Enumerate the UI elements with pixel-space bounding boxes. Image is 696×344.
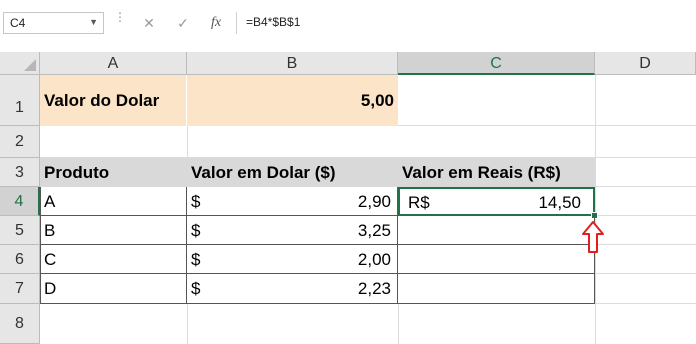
cell-a1[interactable]: Valor do Dolar <box>40 75 187 126</box>
cell-c6[interactable] <box>398 245 595 274</box>
up-arrow-icon <box>582 221 604 253</box>
row-header-4[interactable]: 4 <box>0 187 40 216</box>
cell-value: 3,25 <box>357 221 391 240</box>
cancel-icon[interactable]: ✕ <box>138 12 160 34</box>
column-header-d[interactable]: D <box>595 52 696 75</box>
row-header-1[interactable]: 1 <box>0 75 40 126</box>
column-header-a[interactable]: A <box>40 52 187 75</box>
cell-value: 2,00 <box>357 250 391 269</box>
gridline <box>187 303 188 344</box>
gridline <box>595 215 696 216</box>
cell-a3[interactable]: Produto <box>40 158 187 187</box>
gridline <box>595 273 696 274</box>
row-header-7[interactable]: 7 <box>0 274 40 304</box>
row-header-5[interactable]: 5 <box>0 216 40 245</box>
cell-a4[interactable]: A <box>40 187 187 216</box>
select-all-triangle-icon <box>24 59 36 71</box>
drag-handle-icon[interactable]: ⋮ <box>114 11 126 32</box>
currency-symbol: $ <box>191 250 201 269</box>
currency-symbol: $ <box>191 192 201 211</box>
cell-c5[interactable] <box>398 216 595 245</box>
gridline <box>595 244 696 245</box>
name-box[interactable]: C4 ▼ <box>3 12 104 34</box>
column-header-c[interactable]: C <box>398 52 595 75</box>
row-header-3[interactable]: 3 <box>0 158 40 187</box>
row-header-2[interactable]: 2 <box>0 126 40 158</box>
cell-value: 2,90 <box>357 192 391 211</box>
gridline <box>187 126 188 158</box>
row-header-8[interactable]: 8 <box>0 304 40 344</box>
name-box-value: C4 <box>10 16 26 30</box>
currency-symbol: R$ <box>408 193 430 212</box>
insert-function-icon[interactable]: fx <box>205 12 227 34</box>
currency-symbol: $ <box>191 279 201 298</box>
enter-icon[interactable]: ✓ <box>172 12 194 34</box>
gridline <box>595 75 596 344</box>
cell-value: 2,23 <box>357 279 391 298</box>
cell-a6[interactable]: C <box>40 245 187 274</box>
cell-b1[interactable]: 5,00 <box>187 75 398 126</box>
row-header-6[interactable]: 6 <box>0 245 40 274</box>
cell-b4[interactable]: $ 2,90 <box>187 187 398 216</box>
cell-c3[interactable]: Valor em Reais (R$) <box>398 158 595 187</box>
currency-symbol: $ <box>191 221 201 240</box>
column-header-b[interactable]: B <box>187 52 398 75</box>
cell-a7[interactable]: D <box>40 274 187 304</box>
cell-value: 14,50 <box>538 193 581 212</box>
cell-c4-active[interactable]: R$ 14,50 <box>398 187 595 216</box>
gridline <box>398 303 399 344</box>
formula-input[interactable]: =B4*$B$1 <box>236 12 694 34</box>
gridline <box>595 186 696 187</box>
cell-b7[interactable]: $ 2,23 <box>187 274 398 304</box>
cell-b5[interactable]: $ 3,25 <box>187 216 398 245</box>
cell-b3[interactable]: Valor em Dolar ($) <box>187 158 398 187</box>
cell-c7[interactable] <box>398 274 595 304</box>
table-border <box>40 187 41 304</box>
cell-b6[interactable]: $ 2,00 <box>187 245 398 274</box>
chevron-down-icon[interactable]: ▼ <box>89 17 98 27</box>
select-all-button[interactable] <box>0 52 40 75</box>
cell-a5[interactable]: B <box>40 216 187 245</box>
